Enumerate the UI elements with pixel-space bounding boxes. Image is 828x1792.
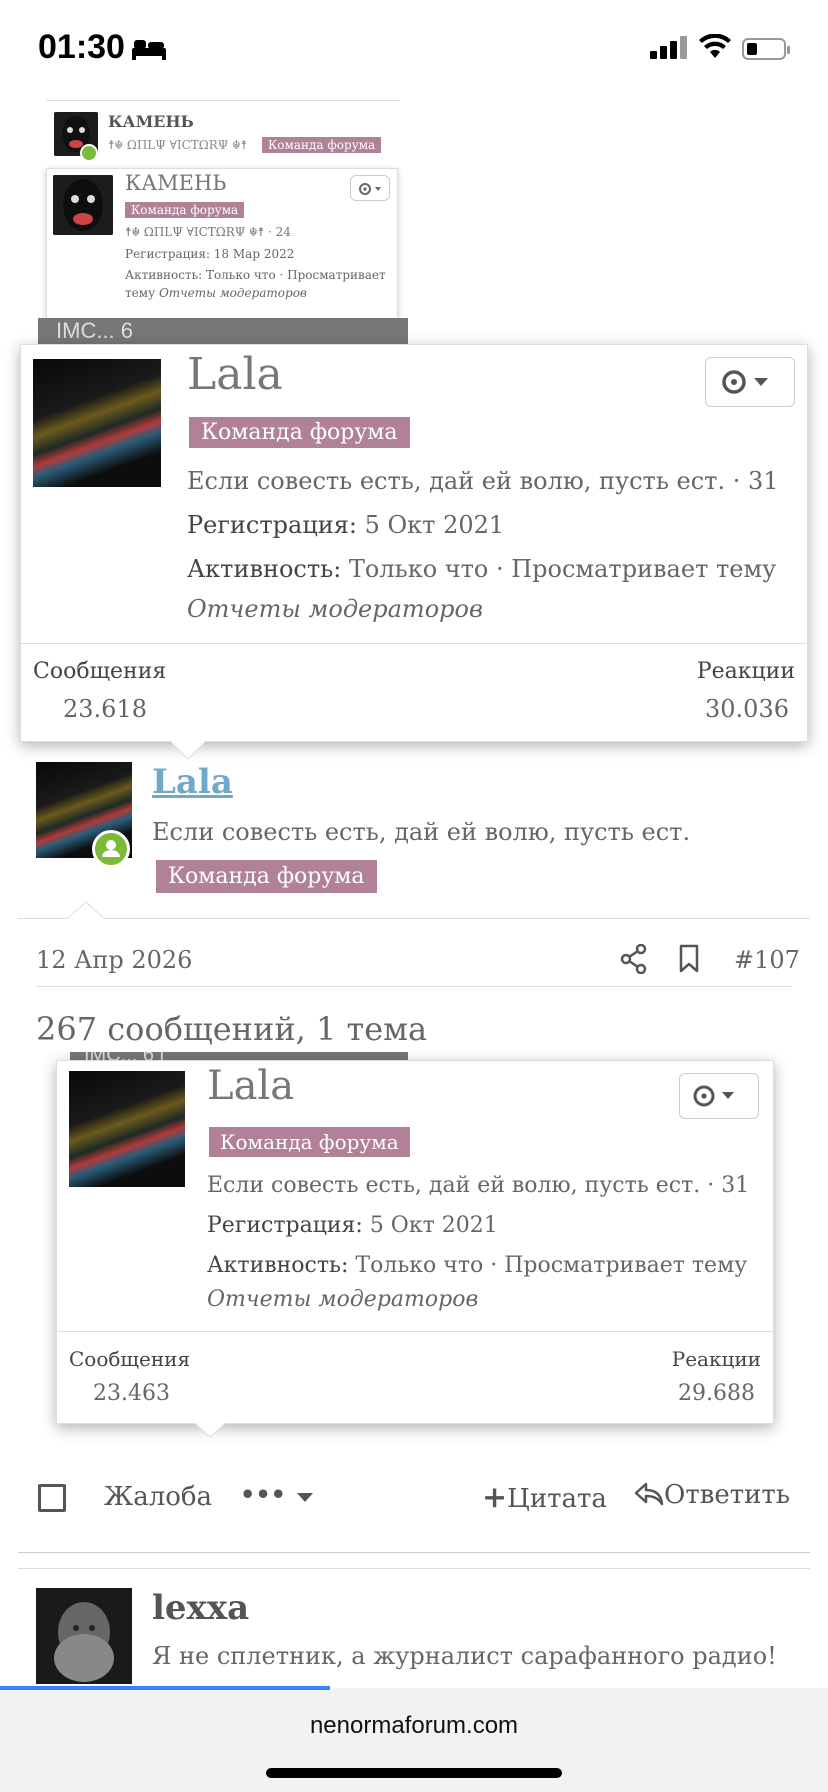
more-dots-icon: •••	[240, 1480, 287, 1509]
select-checkbox[interactable]	[38, 1484, 66, 1512]
reply-button[interactable]: Ответить	[634, 1480, 790, 1510]
user-tagline: Если совесть есть, дай ей волю, пусть ес…	[187, 467, 779, 495]
gear-icon	[359, 183, 381, 195]
role-badge: Команда форума	[262, 137, 382, 153]
reactions-count[interactable]: 29.688	[678, 1381, 755, 1406]
tooltip-arrow	[192, 1421, 228, 1438]
thread-link[interactable]: Отчеты модераторов	[187, 595, 483, 623]
settings-menu-button[interactable]	[350, 175, 390, 201]
bookmark-icon[interactable]	[678, 944, 700, 974]
username[interactable]: Lala	[187, 349, 283, 400]
role-badge: Команда форума	[209, 1127, 410, 1157]
user-tagline: Если совесть есть, дай ей волю, пусть ес…	[207, 1173, 750, 1198]
online-indicator-icon	[92, 830, 130, 868]
settings-menu-button[interactable]	[705, 357, 795, 407]
thread-link[interactable]: Отчеты модераторов	[159, 286, 307, 300]
avatar[interactable]	[33, 359, 161, 487]
user-tagline: ☨☬ ΩΠLΨ ∀ICTΩRΨ ☬☨	[108, 138, 248, 152]
divider	[18, 1552, 810, 1553]
registration-line: Регистрация: 5 Окт 2021	[187, 511, 504, 539]
sleep-mode-icon	[132, 40, 166, 60]
messages-count[interactable]: 23.618	[63, 695, 147, 723]
report-button[interactable]: Жалоба	[104, 1482, 212, 1512]
plus-icon: +	[482, 1480, 508, 1515]
post-arrow	[66, 901, 106, 920]
chevron-down-icon	[297, 1493, 314, 1502]
messages-count[interactable]: 23.463	[93, 1381, 170, 1406]
gear-icon	[722, 370, 768, 394]
activity-label: Активность:	[207, 1253, 349, 1278]
more-actions-button[interactable]: •••	[240, 1480, 314, 1509]
messages-label: Сообщения	[69, 1347, 191, 1371]
reactions-label: Реакции	[696, 659, 795, 684]
role-badge: Команда форума	[156, 860, 377, 893]
user-tagline: ☨☬ ΩΠLΨ ∀ICTΩRΨ ☬☨ · 24	[125, 225, 291, 239]
quote-label: Цитата	[507, 1484, 607, 1514]
post-date[interactable]: 12 Апр 2026	[36, 946, 192, 974]
registration-label: Регистрация:	[187, 511, 357, 539]
user-tooltip-card: КАМЕНЬ Команда форума ☨☬ ΩΠLΨ ∀ICTΩRΨ ☬☨…	[46, 168, 398, 320]
username: КАМЕНЬ	[125, 171, 227, 195]
home-indicator[interactable]	[266, 1768, 562, 1778]
user-tooltip-card: Lala Команда форума Если совесть есть, д…	[56, 1060, 774, 1424]
tooltip-arrow	[168, 739, 208, 760]
username[interactable]: Lala	[207, 1063, 294, 1109]
status-time: 01:30	[38, 28, 125, 66]
reply-label: Ответить	[664, 1480, 790, 1510]
strip-text: IMC... 6	[56, 318, 134, 343]
avatar[interactable]	[36, 1588, 132, 1684]
settings-menu-button[interactable]	[679, 1073, 759, 1119]
online-indicator-icon	[80, 144, 98, 162]
reactions-label: Реакции	[671, 1347, 761, 1371]
wifi-icon	[699, 34, 731, 58]
divider	[21, 643, 807, 644]
role-badge: Команда форума	[125, 202, 245, 218]
divider	[46, 100, 400, 101]
page-load-progress	[0, 1686, 330, 1690]
share-icon[interactable]	[620, 944, 648, 974]
user-tagline: Я не сплетник, а журналист сарафанного р…	[152, 1642, 777, 1670]
avatar	[53, 175, 113, 235]
registration-label: Регистрация:	[207, 1213, 363, 1238]
activity-prefix: тему	[125, 286, 159, 300]
username[interactable]: КАМЕНЬ	[108, 112, 194, 131]
reply-icon	[634, 1482, 664, 1506]
divider	[36, 986, 792, 987]
url-bar[interactable]: nenormaforum.com	[0, 1712, 828, 1740]
activity-label: Активность:	[187, 555, 342, 583]
activity-line: Активность: Только что · Просматривает т…	[187, 555, 776, 583]
user-tagline: Если совесть есть, дай ей волю, пусть ес…	[152, 818, 691, 846]
user-tooltip-card: Lala Команда форума Если совесть есть, д…	[20, 344, 808, 742]
quote-button[interactable]: +Цитата	[482, 1480, 607, 1515]
activity-value: Только что · Просматривает тему	[348, 555, 777, 583]
cellular-signal-icon	[650, 36, 690, 59]
post-author-link[interactable]: Lala	[152, 762, 233, 802]
role-badge: Команда форума	[189, 417, 410, 448]
registration-line: Регистрация: 5 Окт 2021	[207, 1213, 498, 1238]
activity-line: Активность: Только что · Просматривает т…	[207, 1253, 747, 1278]
divider	[57, 1331, 773, 1332]
activity-line-tail: тему Отчеты модераторов	[125, 286, 307, 300]
avatar[interactable]	[69, 1071, 185, 1187]
activity-line: Активность: Только что · Просматривает	[125, 268, 386, 282]
post-number[interactable]: #107	[734, 946, 800, 974]
registration-value: 5 Окт 2021	[369, 1213, 498, 1238]
reactions-count[interactable]: 30.036	[705, 695, 789, 723]
registration-value: 5 Окт 2021	[364, 511, 505, 539]
thread-link[interactable]: Отчеты модераторов	[207, 1287, 478, 1312]
divider	[18, 918, 810, 919]
registration-line: Регистрация: 18 Мар 2022	[125, 247, 295, 261]
messages-label: Сообщения	[33, 659, 167, 684]
activity-value: Только что · Просматривает тему	[355, 1253, 748, 1278]
post-author-link[interactable]: lexxa	[152, 1588, 249, 1628]
divider	[18, 1568, 810, 1569]
gear-icon	[693, 1085, 734, 1107]
post-body-text: 267 сообщений, 1 тема	[36, 1010, 428, 1048]
battery-icon	[742, 38, 790, 60]
